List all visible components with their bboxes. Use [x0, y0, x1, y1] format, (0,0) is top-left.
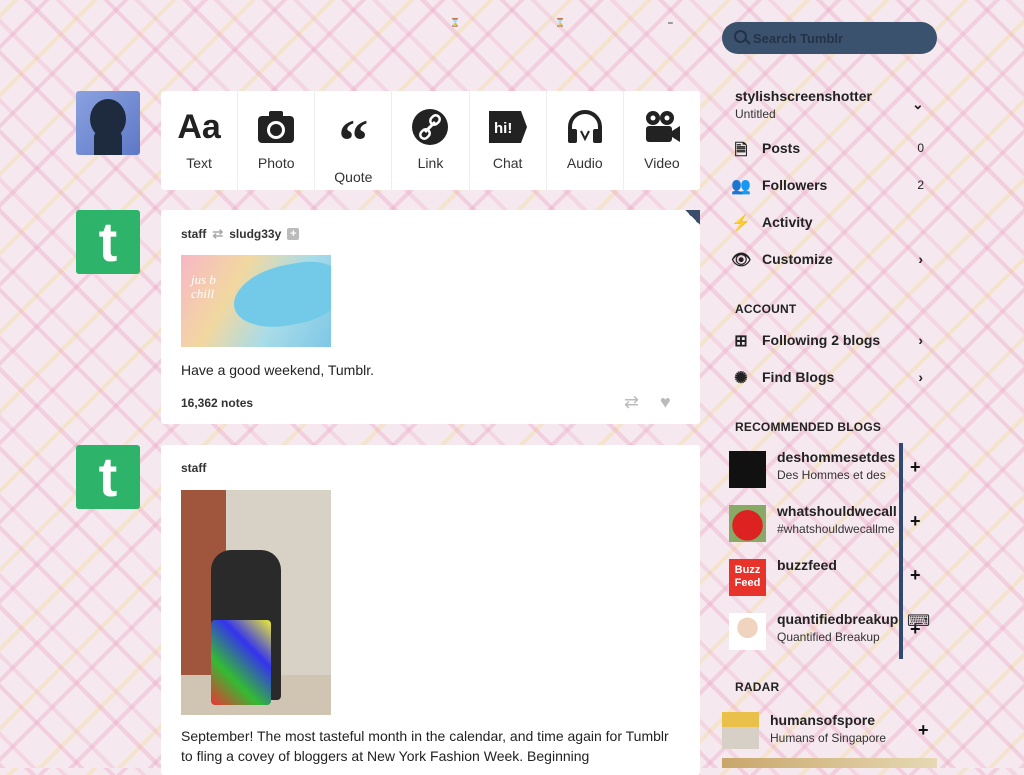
section-heading-account: ACCOUNT: [735, 302, 797, 316]
keyboard-icon[interactable]: ⌨: [907, 611, 930, 631]
text-icon: Aa: [177, 107, 221, 146]
post-image-text: jus b chill: [191, 272, 216, 301]
sidebar-item-activity[interactable]: ⚡ Activity: [731, 211, 931, 235]
sidebar-item-following[interactable]: ⊞ Following 2 blogs ›: [731, 329, 931, 353]
post-type-link[interactable]: Link: [392, 91, 470, 190]
blog-name[interactable]: stylishscreenshotter: [735, 88, 872, 104]
link-icon: [411, 107, 449, 147]
post-caption: Have a good weekend, Tumblr.: [181, 362, 375, 378]
post-card: staff ⇄ sludg33y + jus b chill Have a go…: [161, 210, 700, 424]
document-icon: 🗎: [734, 142, 748, 159]
staff-avatar[interactable]: t: [76, 210, 140, 274]
headphones-icon: [565, 107, 605, 147]
chevron-right-icon: ›: [918, 369, 923, 385]
reblogged-from[interactable]: sludg33y: [229, 227, 281, 241]
blog-avatar: [722, 712, 759, 749]
chevron-right-icon: ›: [918, 332, 923, 348]
post-card: staff September! The most tasteful month…: [161, 445, 700, 775]
post-type-composer: Aa Text Photo “ Quote Link hi! Chat Audi…: [161, 91, 700, 190]
post-header: staff: [181, 461, 206, 475]
blog-avatar: Buzz Feed: [729, 559, 766, 596]
loading-indicator: ⌛: [555, 18, 565, 27]
recommended-blog[interactable]: whatshouldwecall #whatshouldwecallme: [729, 497, 904, 555]
follow-plus-icon[interactable]: +: [910, 565, 921, 586]
loading-indicator: ⌛: [450, 18, 460, 27]
sidebar-item-followers[interactable]: 👥 Followers 2: [731, 174, 931, 198]
video-camera-icon: [642, 107, 682, 147]
post-type-chat[interactable]: hi! Chat: [470, 91, 547, 190]
heart-icon[interactable]: ♥: [660, 392, 671, 413]
follow-plus-icon[interactable]: +: [910, 511, 921, 532]
svg-text:hi!: hi!: [494, 120, 512, 137]
sidebar-item-customize[interactable]: 👁 Customize ›: [731, 248, 931, 272]
post-notes[interactable]: 16,362 notes: [181, 396, 253, 410]
quote-icon: “: [338, 108, 369, 174]
post-body: September! The most tasteful month in th…: [181, 728, 669, 764]
recommended-blog[interactable]: deshommesetdes Des Hommes et des: [729, 443, 904, 501]
reblog-icon[interactable]: ⇄: [624, 392, 639, 413]
blog-avatar: [729, 505, 766, 542]
post-type-photo[interactable]: Photo: [238, 91, 316, 190]
section-heading-recommended: RECOMMENDED BLOGS: [735, 420, 882, 434]
post-header: staff ⇄ sludg33y +: [181, 226, 300, 242]
compass-icon: ✺: [734, 370, 748, 387]
post-author[interactable]: staff: [181, 227, 206, 241]
chat-icon: hi!: [487, 107, 529, 147]
reblog-icon: ⇄: [212, 226, 224, 241]
section-heading-radar: RADAR: [735, 680, 780, 694]
chevron-down-icon[interactable]: ⌄: [912, 96, 924, 113]
follow-plus-icon[interactable]: +: [910, 457, 921, 478]
follow-plus-icon[interactable]: +: [918, 720, 929, 741]
lightning-icon: ⚡: [731, 215, 751, 232]
post-type-text[interactable]: Aa Text: [161, 91, 239, 190]
eye-icon: 👁: [731, 252, 752, 269]
post-author[interactable]: staff: [181, 461, 206, 475]
recommended-blog[interactable]: Buzz Feed buzzfeed: [729, 551, 904, 609]
people-icon: 👥: [731, 178, 751, 195]
post-corner-fold[interactable]: [685, 210, 700, 225]
camera-icon: [257, 107, 295, 147]
follow-plus-icon[interactable]: +: [287, 228, 300, 240]
post-image[interactable]: jus b chill: [181, 255, 331, 347]
sidebar-item-find-blogs[interactable]: ✺ Find Blogs ›: [731, 366, 931, 390]
add-person-icon: ⊞: [734, 333, 748, 350]
blog-avatar: [729, 451, 766, 488]
search-icon: [734, 30, 747, 43]
post-type-quote[interactable]: “ Quote: [315, 91, 393, 190]
blog-title: Untitled: [735, 107, 776, 121]
search-input[interactable]: Search Tumblr: [722, 22, 937, 54]
recommended-blog[interactable]: quantifiedbreakup Quantified Breakup: [729, 605, 904, 663]
chevron-right-icon: ›: [918, 251, 923, 267]
radar-blog[interactable]: humansofspore Humans of Singapore: [722, 712, 907, 750]
sidebar-item-posts[interactable]: 🗎 Posts 0: [731, 137, 931, 161]
staff-avatar[interactable]: t: [76, 445, 140, 509]
loading-indicator: –: [668, 18, 673, 27]
user-avatar[interactable]: [76, 91, 140, 155]
blog-avatar: [729, 613, 766, 650]
post-image[interactable]: [181, 490, 331, 715]
post-type-audio[interactable]: Audio: [547, 91, 624, 190]
radar-post-preview[interactable]: [722, 758, 937, 768]
post-type-video[interactable]: Video: [624, 91, 700, 190]
